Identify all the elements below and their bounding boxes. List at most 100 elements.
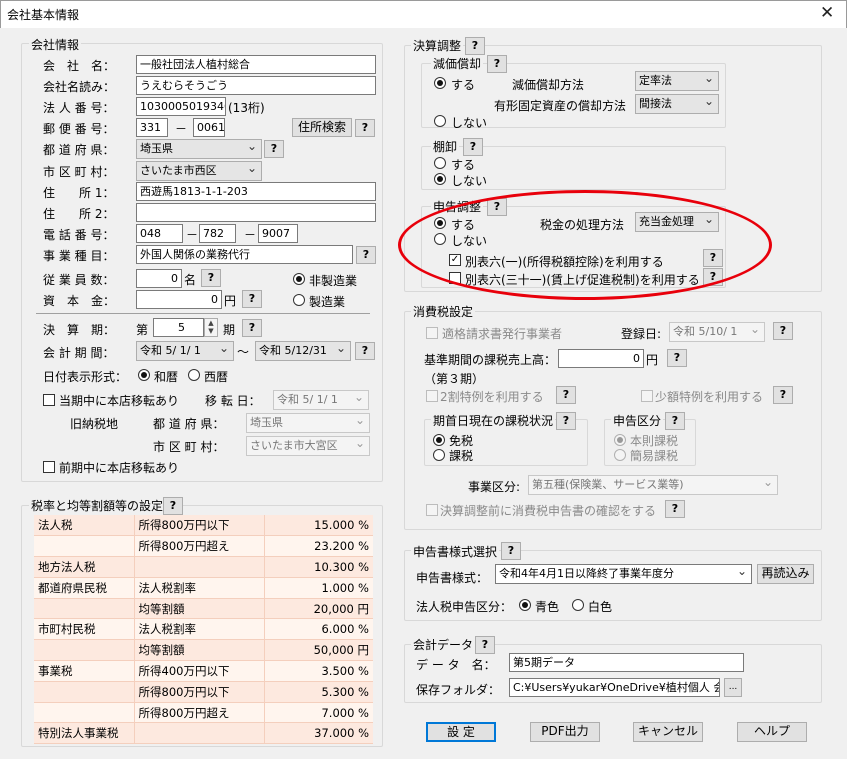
- period-help-button[interactable]: ?: [355, 342, 375, 360]
- period-end-select[interactable]: 令和 5/12/31: [255, 341, 351, 361]
- business-type-input[interactable]: 外国人関係の業務代行: [136, 245, 353, 264]
- kessan-title: 決算調整: [411, 37, 464, 54]
- tax-table-cell-c1: [34, 681, 134, 703]
- shoshiki-help-button[interactable]: ?: [501, 542, 521, 560]
- kijun-input[interactable]: 0: [558, 349, 644, 368]
- kan-i-radio[interactable]: [614, 449, 626, 461]
- tana-no-radio[interactable]: [434, 173, 446, 185]
- kishu-help-button[interactable]: ?: [556, 412, 576, 430]
- address-search-button[interactable]: 住所検索: [292, 118, 352, 137]
- confirm-checkbox[interactable]: [426, 504, 438, 516]
- capital-input[interactable]: 0: [136, 290, 222, 309]
- tax-table-row[interactable]: 所得800万円以下 5.300 %: [34, 681, 373, 703]
- tax-table-row[interactable]: 事業税 所得400万円以下 3.500 %: [34, 660, 373, 682]
- folder-browse-button[interactable]: ...: [724, 678, 742, 697]
- pdf-button[interactable]: PDF出力: [530, 722, 600, 742]
- old-prefecture-select[interactable]: 埼玉県: [246, 413, 370, 433]
- manufacturing-radio[interactable]: [293, 294, 305, 306]
- tax-table-cell-c2: 法人税割率: [133, 618, 264, 641]
- postal-help-button[interactable]: ?: [355, 119, 375, 137]
- address2-input[interactable]: [136, 203, 376, 222]
- tana-help-button[interactable]: ?: [463, 138, 483, 156]
- kaikei-help-button[interactable]: ?: [475, 636, 495, 654]
- fiscal-term-input[interactable]: 5: [153, 318, 204, 337]
- fiscal-term-help-button[interactable]: ?: [242, 319, 262, 337]
- shougaku-checkbox[interactable]: [641, 390, 653, 402]
- employees-input[interactable]: 0: [136, 269, 182, 288]
- genka-method-select[interactable]: 定率法: [635, 71, 719, 91]
- touroku-help-button[interactable]: ?: [773, 322, 793, 340]
- tax-table-cell-c2: 法人税割率: [133, 577, 264, 599]
- tana-no-label: しない: [451, 174, 488, 188]
- seireki-radio[interactable]: [188, 369, 200, 381]
- genka-no-radio[interactable]: [434, 115, 446, 127]
- business-type-label: 事 業 種 目：: [43, 249, 115, 263]
- jigyou-select[interactable]: 第五種(保険業、サービス業等): [528, 475, 778, 495]
- capital-help-button[interactable]: ?: [242, 290, 262, 308]
- tel-input-3[interactable]: 9007: [258, 224, 298, 243]
- yuukei-select[interactable]: 間接法: [635, 94, 719, 114]
- jigyou-label: 事業区分:: [468, 480, 521, 494]
- postal-input-1[interactable]: 331: [136, 118, 168, 137]
- honsoku-radio[interactable]: [614, 434, 626, 446]
- postal-input-2[interactable]: 0061: [193, 118, 225, 137]
- blue-radio[interactable]: [519, 599, 531, 611]
- address2-label: 住 所 2：: [43, 207, 115, 221]
- genka-yes-radio[interactable]: [434, 77, 446, 89]
- niwari-checkbox[interactable]: [426, 390, 438, 402]
- business-type-help-button[interactable]: ?: [356, 246, 376, 264]
- employees-help-button[interactable]: ?: [201, 269, 221, 287]
- help-button[interactable]: ヘルプ: [737, 722, 807, 742]
- white-radio[interactable]: [572, 599, 584, 611]
- kaikei-title: 会計データ: [411, 636, 476, 653]
- tax-rate-help-button[interactable]: ?: [163, 497, 183, 515]
- kubun-help-button[interactable]: ?: [665, 412, 685, 430]
- tax-table-row[interactable]: 市町村民税 法人税割率 6.000 %: [34, 618, 373, 641]
- kazei-radio[interactable]: [433, 449, 445, 461]
- tax-table-row[interactable]: 均等割額 50,000 円: [34, 639, 373, 662]
- fiscal-term-spinner[interactable]: ▲ ▼: [204, 318, 218, 337]
- old-city-select[interactable]: さいたま市大宮区: [246, 436, 370, 456]
- tax-table-row[interactable]: 地方法人税 10.300 %: [34, 556, 373, 578]
- data-name-input[interactable]: 第5期データ: [509, 653, 744, 672]
- company-name-input[interactable]: 一般社団法人植村総合: [136, 55, 376, 74]
- tel-label: 電 話 番 号：: [43, 228, 115, 242]
- tax-table-row[interactable]: 法人税 所得800万円以下 15.000 %: [34, 515, 373, 537]
- tax-table-row[interactable]: 均等割額 20,000 円: [34, 598, 373, 620]
- tax-table-row[interactable]: 所得800万円超え 23.200 %: [34, 535, 373, 558]
- close-icon[interactable]: ✕: [820, 3, 834, 23]
- folder-input[interactable]: C:¥Users¥yukar¥OneDrive¥植村個人 会: [509, 678, 720, 697]
- tax-table-row[interactable]: 所得800万円超え 7.000 %: [34, 702, 373, 724]
- kijun-period: （第３期）: [424, 372, 485, 386]
- tana-yes-radio[interactable]: [434, 157, 446, 169]
- tax-table-row[interactable]: 都道府県民税 法人税割率 1.000 %: [34, 577, 373, 599]
- houjin-number-input[interactable]: 1030005019346: [136, 97, 226, 116]
- kijun-help-button[interactable]: ?: [667, 349, 687, 367]
- kessan-help-button[interactable]: ?: [465, 37, 485, 55]
- wareki-radio[interactable]: [138, 369, 150, 381]
- move-prev-term-checkbox[interactable]: [43, 461, 55, 473]
- move-this-term-checkbox[interactable]: [43, 394, 55, 406]
- city-select[interactable]: さいたま市西区: [136, 161, 262, 181]
- cancel-button[interactable]: キャンセル: [633, 722, 703, 742]
- shougaku-help-button[interactable]: ?: [773, 386, 793, 404]
- prefecture-help-button[interactable]: ?: [264, 140, 284, 158]
- tekikaku-checkbox[interactable]: [426, 327, 438, 339]
- address1-input[interactable]: 西遊馬1813-1-1-203: [136, 182, 376, 201]
- shoshiki-select[interactable]: 令和4年4月1日以降終了事業年度分: [495, 564, 752, 584]
- move-date-select[interactable]: 令和 5/ 1/ 1: [273, 390, 369, 410]
- confirm-help-button[interactable]: ?: [665, 500, 685, 518]
- non-manufacturing-radio[interactable]: [293, 273, 305, 285]
- tax-table-row[interactable]: 特別法人事業税 37.000 %: [34, 722, 373, 745]
- touroku-select[interactable]: 令和 5/10/ 1: [669, 322, 765, 342]
- niwari-help-button[interactable]: ?: [556, 386, 576, 404]
- period-start-select[interactable]: 令和 5/ 1/ 1: [136, 341, 234, 361]
- settei-button[interactable]: 設 定: [426, 722, 496, 742]
- prefecture-select[interactable]: 埼玉県: [136, 139, 262, 159]
- tel-input-1[interactable]: 048: [136, 224, 183, 243]
- company-kana-input[interactable]: うえむらそうごう: [136, 76, 376, 95]
- genka-help-button[interactable]: ?: [487, 55, 507, 73]
- tel-input-2[interactable]: 782: [199, 224, 236, 243]
- menzei-radio[interactable]: [433, 434, 445, 446]
- reload-button[interactable]: 再読込み: [757, 564, 814, 584]
